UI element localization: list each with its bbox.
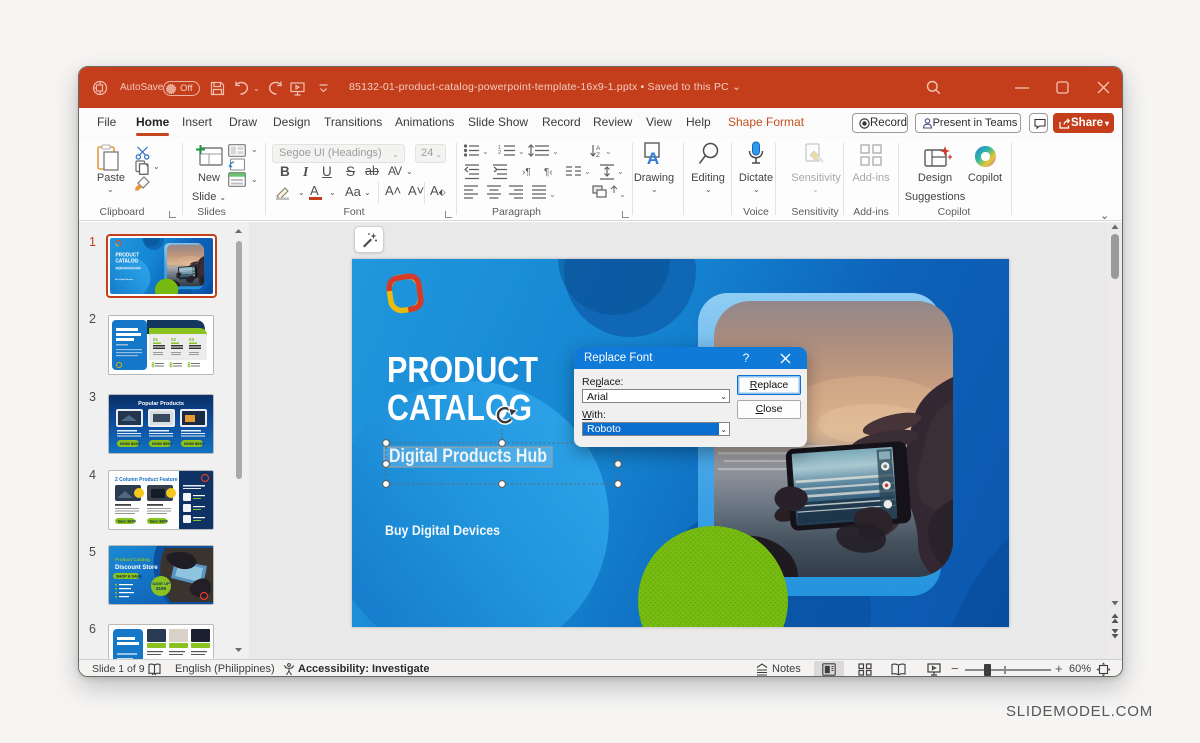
svg-text:A: A [596,145,601,152]
svg-text:›¶: ›¶ [522,167,531,178]
svg-text:¶‹: ¶‹ [544,167,553,178]
svg-text:SHOP & SAVE: SHOP & SAVE [116,575,142,579]
svg-text:NOW $299: NOW $299 [120,441,141,446]
svg-text:⌄: ⌄ [549,190,556,199]
svg-text:Save $800: Save $800 [150,520,168,524]
svg-text:NOW $599: NOW $599 [152,441,173,446]
svg-text:⌄: ⌄ [482,147,489,156]
svg-text:2: 2 [498,150,501,156]
svg-text:02: 02 [171,337,177,342]
svg-text:⌄: ⌄ [605,147,612,156]
svg-text:PRODUCT: PRODUCT [387,349,538,390]
svg-text:⌄: ⌄ [518,147,525,156]
svg-text:2 Column Product Feature: 2 Column Product Feature [115,477,178,483]
svg-text:NOW $549: NOW $549 [184,441,205,446]
svg-text:Digital Products Hub: Digital Products Hub [389,446,547,467]
svg-text:⌄: ⌄ [619,190,626,199]
svg-text:Buy Digital Devices: Buy Digital Devices [385,523,500,538]
svg-text:Discount Store: Discount Store [115,565,158,571]
svg-text:Popular Products: Popular Products [138,401,184,407]
svg-text:03: 03 [189,337,195,342]
svg-text:Z: Z [596,152,600,159]
svg-text:$199: $199 [156,586,167,591]
svg-text:01: 01 [153,337,159,342]
svg-text:A: A [647,149,659,166]
svg-text:⌄: ⌄ [584,167,591,176]
svg-text:Save $600: Save $600 [118,520,136,524]
svg-text:Product Catalog: Product Catalog [115,557,150,562]
svg-text:⌄: ⌄ [617,167,624,176]
svg-text:⌄: ⌄ [552,147,559,156]
